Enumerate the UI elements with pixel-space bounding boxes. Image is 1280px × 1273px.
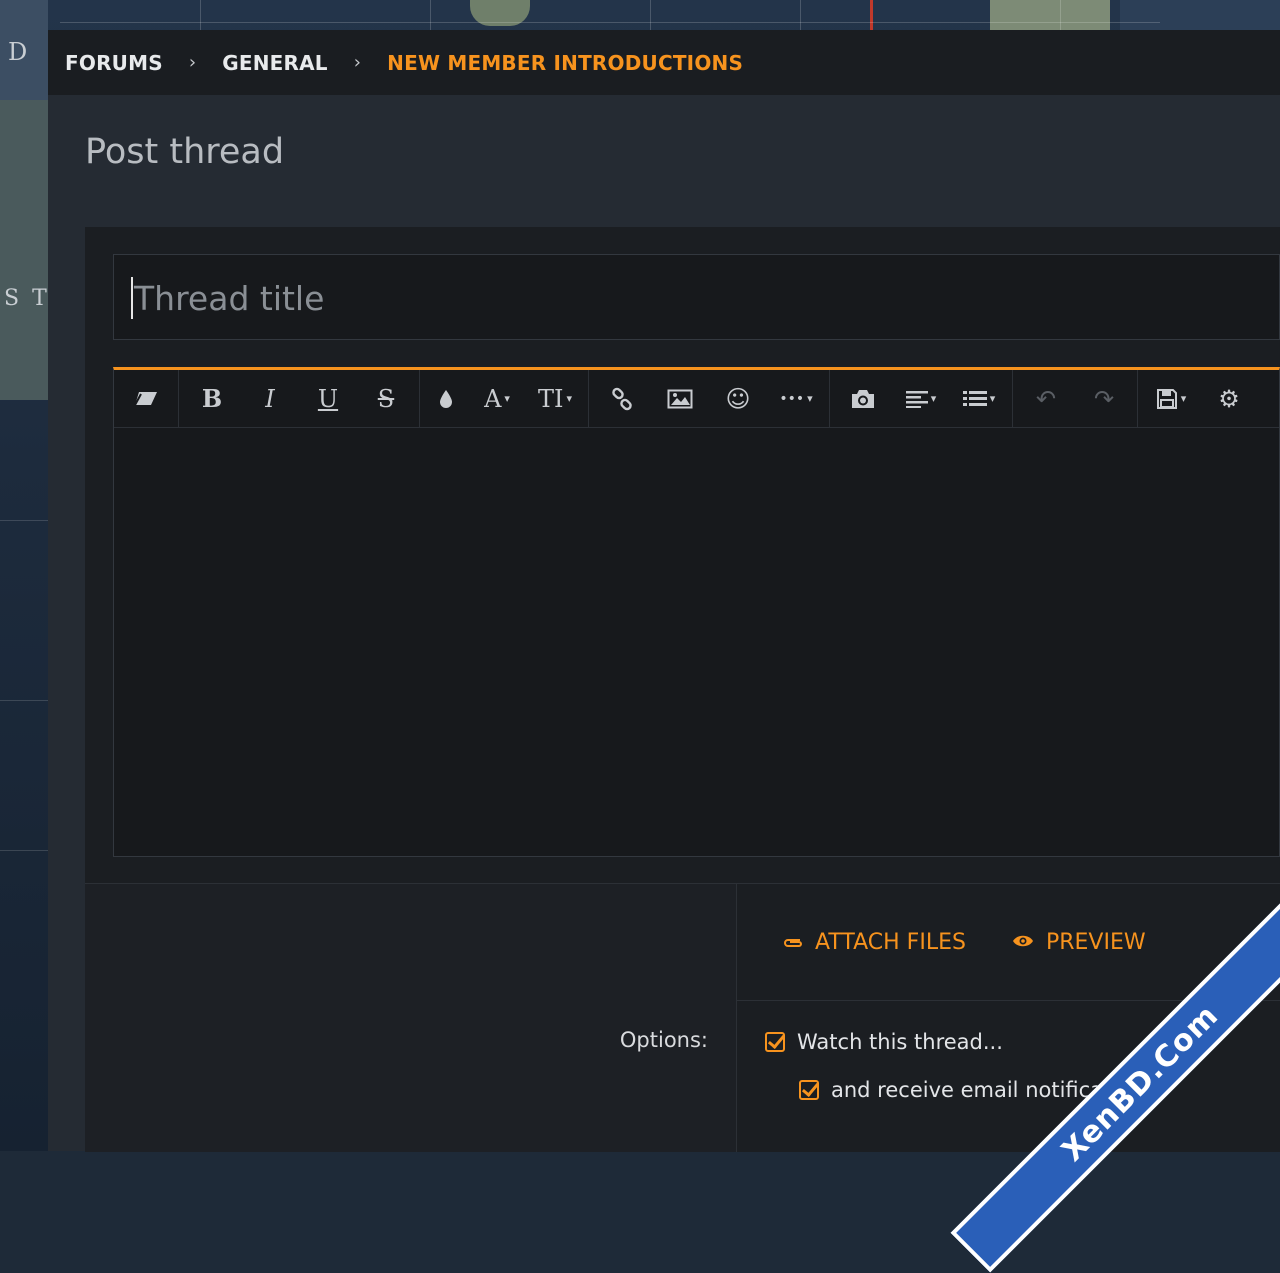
thread-title-placeholder: Thread title [134,279,325,318]
italic-icon[interactable]: I [241,370,299,427]
toolbar-group: A ▾ TI ▾ [420,370,589,427]
preview-button[interactable]: PREVIEW [1012,930,1146,955]
map-grid [800,0,801,30]
breadcrumb: FORUMS › GENERAL › NEW MEMBER INTRODUCTI… [65,30,743,95]
map-grid [0,520,48,521]
watch-thread-label: Watch this thread... [797,1030,1003,1054]
undo-icon[interactable]: ↶ [1017,370,1075,427]
map-grid [0,850,48,851]
chevron-down-icon: ▾ [1180,392,1187,405]
checkbox-icon [765,1032,785,1052]
attach-files-button[interactable]: ATTACH FILES [783,930,966,955]
breadcrumb-bar: FORUMS › GENERAL › NEW MEMBER INTRODUCTI… [48,30,1280,95]
map-land [990,0,1110,30]
breadcrumb-general[interactable]: GENERAL [222,51,328,75]
toolbar-group: ☺ ••• ▾ [589,370,830,427]
eye-icon [1012,932,1034,953]
image-icon[interactable] [651,370,709,427]
bold-icon[interactable]: B [183,370,241,427]
map-grid [430,0,431,30]
chevron-down-icon: ▾ [930,392,937,405]
chevron-down-icon: ▾ [807,392,813,405]
font-family-icon[interactable]: A ▾ [468,370,526,427]
map-label: D [8,38,28,66]
email-notifications-checkbox[interactable]: and receive email notificati [799,1078,1117,1102]
map-grid [1060,0,1061,30]
toolbar-group: ↶ ↷ [1013,370,1138,427]
link-icon[interactable] [593,370,651,427]
preview-label: PREVIEW [1045,929,1146,955]
page-title: Post thread [85,132,285,172]
font-family-glyph: A [484,384,502,413]
chevron-down-icon: ▾ [504,392,510,405]
email-notifications-label: and receive email notificati [831,1078,1118,1102]
toolbar-group [114,370,179,427]
breadcrumb-separator: › [353,52,362,73]
map-land [1120,0,1280,30]
editor-body[interactable] [114,428,1279,856]
checkbox-icon [799,1080,819,1100]
font-size-glyph: TI [537,384,564,413]
text-caret [131,277,133,319]
breadcrumb-new-member-introductions[interactable]: NEW MEMBER INTRODUCTIONS [387,51,743,75]
watch-thread-checkbox[interactable]: Watch this thread... [765,1030,1003,1054]
message-editor[interactable]: B I U S A ▾ TI ▾ ☺ ••• ▾ ▾ ▾ ↶ ↷ ▾ ⚙ [113,367,1280,857]
align-icon[interactable]: ▾ [892,370,950,427]
map-grid [0,700,48,701]
breadcrumb-forums[interactable]: FORUMS [65,51,163,75]
thread-title-input[interactable]: Thread title [113,254,1280,340]
map-grid [650,0,651,30]
post-thread-form: Thread title B I U S A ▾ TI ▾ ☺ ••• ▾ ▾ … [85,227,1280,1152]
options-label: Options: [619,1028,708,1052]
underline-icon[interactable]: U [299,370,357,427]
redo-icon[interactable]: ↷ [1075,370,1133,427]
editor-toolbar: B I U S A ▾ TI ▾ ☺ ••• ▾ ▾ ▾ ↶ ↷ ▾ ⚙ [114,370,1279,428]
text-color-icon[interactable] [424,370,468,427]
chevron-down-icon: ▾ [566,392,573,405]
paperclip-icon [783,932,803,953]
more-icon: ••• [779,390,805,407]
media-icon[interactable] [834,370,892,427]
toolbar-group: B I U S [179,370,420,427]
map-grid [200,0,201,30]
attach-files-label: ATTACH FILES [815,929,966,955]
options-label-column: Options: [85,884,737,1152]
eraser-icon[interactable] [118,370,174,427]
more-options-icon[interactable]: ••• ▾ [767,370,825,427]
map-grid [60,22,1160,23]
list-icon[interactable]: ▾ [950,370,1008,427]
map-label: S T [4,286,50,311]
font-size-icon[interactable]: TI ▾ [526,370,584,427]
form-upper: Thread title B I U S A ▾ TI ▾ ☺ ••• ▾ ▾ … [85,227,1280,882]
post-thread-panel: FORUMS › GENERAL › NEW MEMBER INTRODUCTI… [48,30,1280,1152]
map-line [870,0,873,30]
toolbar-group: ▾ ⚙ [1138,370,1262,427]
smilie-icon[interactable]: ☺ [709,370,767,427]
toolbar-group: ▾ ▾ [830,370,1013,427]
drafts-icon[interactable]: ▾ [1142,370,1200,427]
strikethrough-icon[interactable]: S [357,370,415,427]
map-land [0,100,48,400]
settings-icon[interactable]: ⚙ [1200,370,1258,427]
breadcrumb-separator: › [188,52,197,73]
chevron-down-icon: ▾ [989,392,996,405]
